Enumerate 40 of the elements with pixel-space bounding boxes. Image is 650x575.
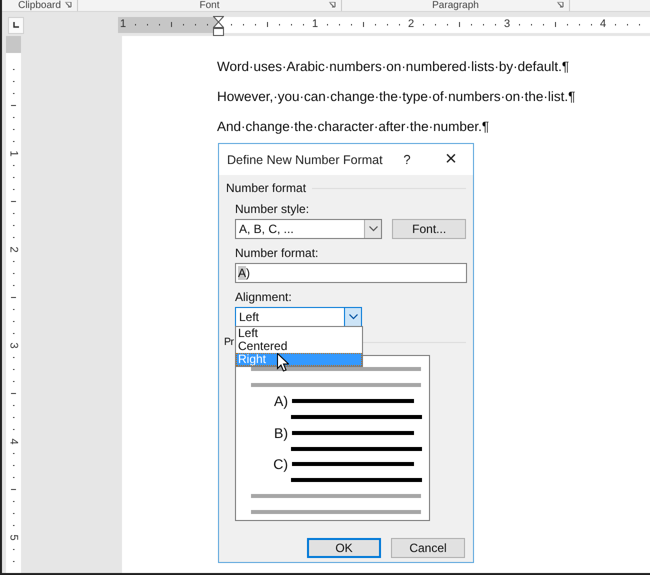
indent-marker-icon[interactable] — [213, 16, 224, 36]
dialog-launcher-icon[interactable] — [65, 2, 72, 8]
document-paragraph: Word·uses·Arabic·numbers·on·numbered·lists·by·default.¶ — [217, 58, 570, 75]
ruler-number: 4 — [600, 19, 606, 30]
ribbon-group-label: Paragraph — [432, 0, 479, 11]
help-button[interactable]: ? — [385, 152, 429, 167]
ribbon-group-label: Font — [199, 0, 220, 11]
ruler-number: 2 — [8, 246, 19, 253]
ruler-number: 1 — [312, 19, 318, 30]
field-label: Number format: — [235, 246, 320, 260]
preview-number: A) — [273, 392, 288, 409]
close-button[interactable]: × — [429, 148, 473, 171]
left-tab-icon — [13, 22, 19, 28]
dialog-launcher-icon[interactable] — [557, 2, 564, 8]
ruler-number: 1 — [120, 19, 126, 30]
dropdown-option[interactable]: Left — [236, 327, 362, 340]
ruler-number: 3 — [8, 342, 19, 349]
group-label: Number format — [226, 181, 306, 195]
font-button[interactable]: Font... — [392, 219, 466, 239]
ruler-number: 5 — [8, 534, 19, 541]
preview-number: C) — [272, 456, 288, 472]
preview-number: B) — [273, 424, 288, 441]
document-paragraph: And·change·the·character·after·the·number.¶ — [217, 118, 490, 135]
dialog-title: Define New Number Format — [227, 152, 384, 166]
dialog-button[interactable]: Cancel — [391, 538, 465, 558]
dialog-launcher-icon[interactable] — [329, 2, 336, 8]
field-label: Alignment: — [235, 290, 293, 304]
dropdown-option[interactable]: Centered — [236, 340, 362, 353]
field-label: Number style: — [235, 202, 310, 216]
ribbon-group-label: Clipboard — [18, 0, 61, 11]
number-format-field[interactable]: A) — [235, 263, 467, 283]
ruler-number: 2 — [408, 19, 414, 30]
tab-selector[interactable] — [8, 16, 24, 34]
ruler-number: 4 — [8, 438, 19, 445]
dialog-button[interactable]: OK — [307, 538, 381, 558]
ruler-number: 1 — [8, 150, 19, 157]
document-paragraph: However,·you·can·change·the·type·of·numbers·on·the·list.¶ — [217, 88, 576, 105]
group-label: Pr — [224, 336, 234, 348]
number-style-dropdown[interactable]: A, B, C, ... — [235, 219, 382, 239]
ruler-number: 3 — [504, 19, 510, 30]
